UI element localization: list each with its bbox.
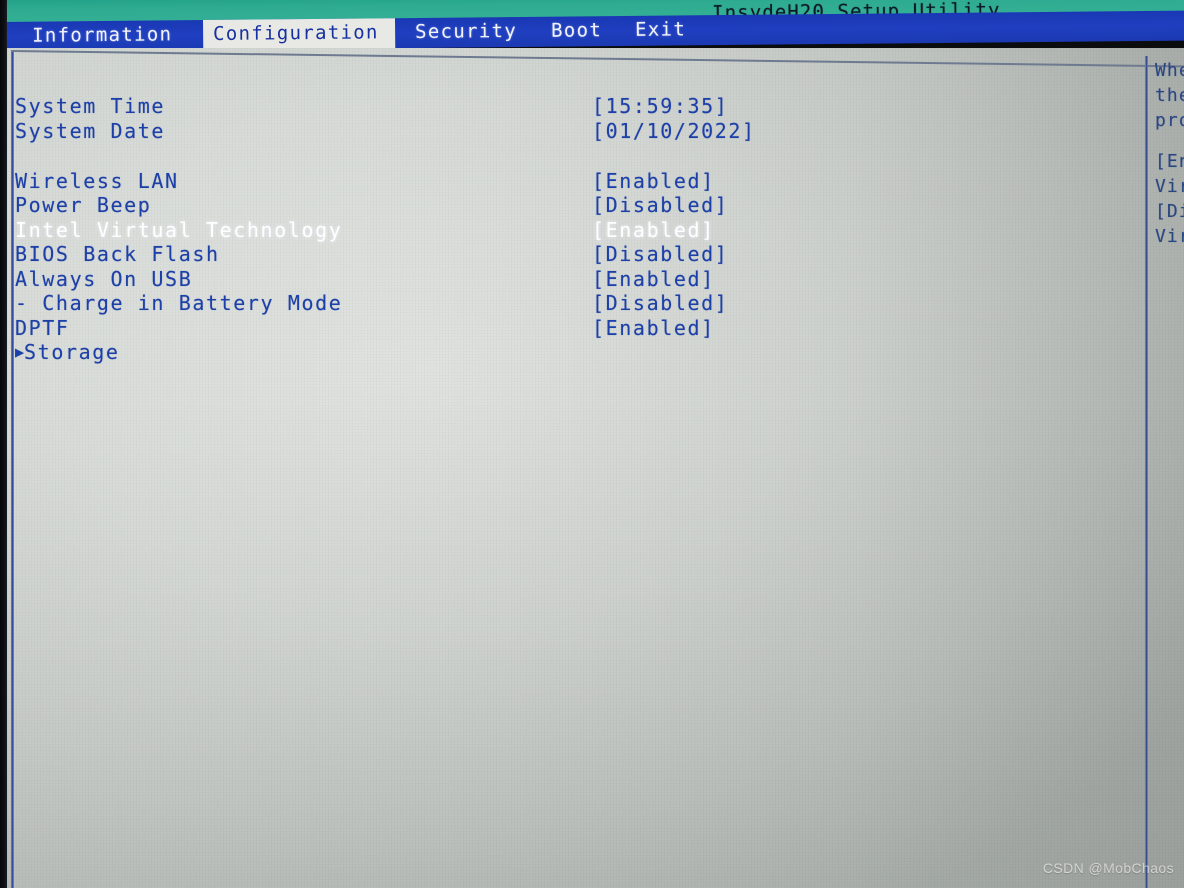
help-line: Virt bbox=[1155, 176, 1184, 197]
setting-row[interactable]: BIOS Back Flash [Disabled] bbox=[7, 242, 1107, 267]
help-line bbox=[1155, 133, 1184, 149]
setting-value[interactable]: [Disabled] bbox=[592, 291, 728, 316]
tab-boot[interactable]: Boot bbox=[541, 16, 617, 47]
help-line: prov bbox=[1155, 110, 1184, 131]
help-line: When bbox=[1155, 60, 1184, 81]
settings-list: System Time [15:59:35] System Date [01/10/2… bbox=[7, 48, 1137, 888]
content-panel: System Time [15:59:35] System Date [01/10/2… bbox=[7, 48, 1184, 888]
setting-row[interactable]: System Date [01/10/2022] bbox=[7, 119, 1107, 144]
help-panel: When the prov [Ena Virt [Dis Virt bbox=[1155, 58, 1184, 249]
help-line: [Ena bbox=[1155, 151, 1184, 172]
bios-screen: InsydeH20 Setup Utility Information Confi… bbox=[0, 0, 1184, 888]
setting-label: System Time bbox=[15, 94, 166, 118]
help-panel-divider bbox=[1145, 56, 1148, 888]
setting-row[interactable]: System Time [15:59:35] bbox=[7, 94, 1107, 119]
screen-bezel-left bbox=[0, 0, 7, 888]
setting-label: BIOS Back Flash bbox=[15, 242, 220, 266]
setting-value[interactable]: [15:59:35] bbox=[592, 94, 728, 119]
setting-value[interactable]: [Enabled] bbox=[592, 169, 715, 194]
setting-row[interactable]: Power Beep [Disabled] bbox=[7, 193, 1107, 218]
setting-value[interactable]: [01/10/2022] bbox=[592, 119, 756, 144]
setting-row[interactable]: Always On USB [Enabled] bbox=[7, 267, 1107, 292]
submenu-arrow-icon: ▶ bbox=[15, 343, 25, 361]
setting-label-text: Storage bbox=[24, 340, 120, 364]
setting-label: DPTF bbox=[15, 316, 70, 340]
setting-label: Intel Virtual Technology bbox=[15, 218, 343, 242]
setting-value[interactable]: [Enabled] bbox=[592, 218, 715, 243]
setting-value[interactable]: [Disabled] bbox=[592, 193, 728, 218]
setting-label: Always On USB bbox=[15, 267, 193, 291]
setting-label: Power Beep bbox=[15, 193, 152, 217]
setting-label: ▶Storage bbox=[15, 340, 120, 365]
setting-row[interactable]: Wireless LAN [Enabled] bbox=[7, 169, 1107, 194]
watermark: CSDN @MobChaos bbox=[1042, 860, 1174, 876]
tab-security[interactable]: Security bbox=[405, 17, 531, 48]
help-line: Virt bbox=[1155, 226, 1184, 247]
help-line: [Dis bbox=[1155, 201, 1184, 222]
setting-row[interactable]: - Charge in Battery Mode [Disabled] bbox=[7, 291, 1107, 316]
help-line: the bbox=[1155, 85, 1184, 106]
setting-label: Wireless LAN bbox=[15, 169, 179, 193]
tab-configuration[interactable]: Configuration bbox=[202, 18, 396, 51]
setting-value[interactable]: [Disabled] bbox=[592, 242, 728, 267]
setting-row[interactable]: DPTF [Enabled] bbox=[7, 316, 1107, 341]
setting-value[interactable]: [Enabled] bbox=[592, 316, 715, 341]
setting-row[interactable]: Intel Virtual Technology [Enabled] bbox=[7, 218, 1107, 243]
setting-label: System Date bbox=[15, 119, 166, 143]
setting-row[interactable]: ▶Storage bbox=[7, 340, 1107, 365]
setting-label: - Charge in Battery Mode bbox=[15, 291, 343, 315]
tab-exit[interactable]: Exit bbox=[625, 15, 695, 46]
setting-value[interactable]: [Enabled] bbox=[592, 267, 715, 292]
